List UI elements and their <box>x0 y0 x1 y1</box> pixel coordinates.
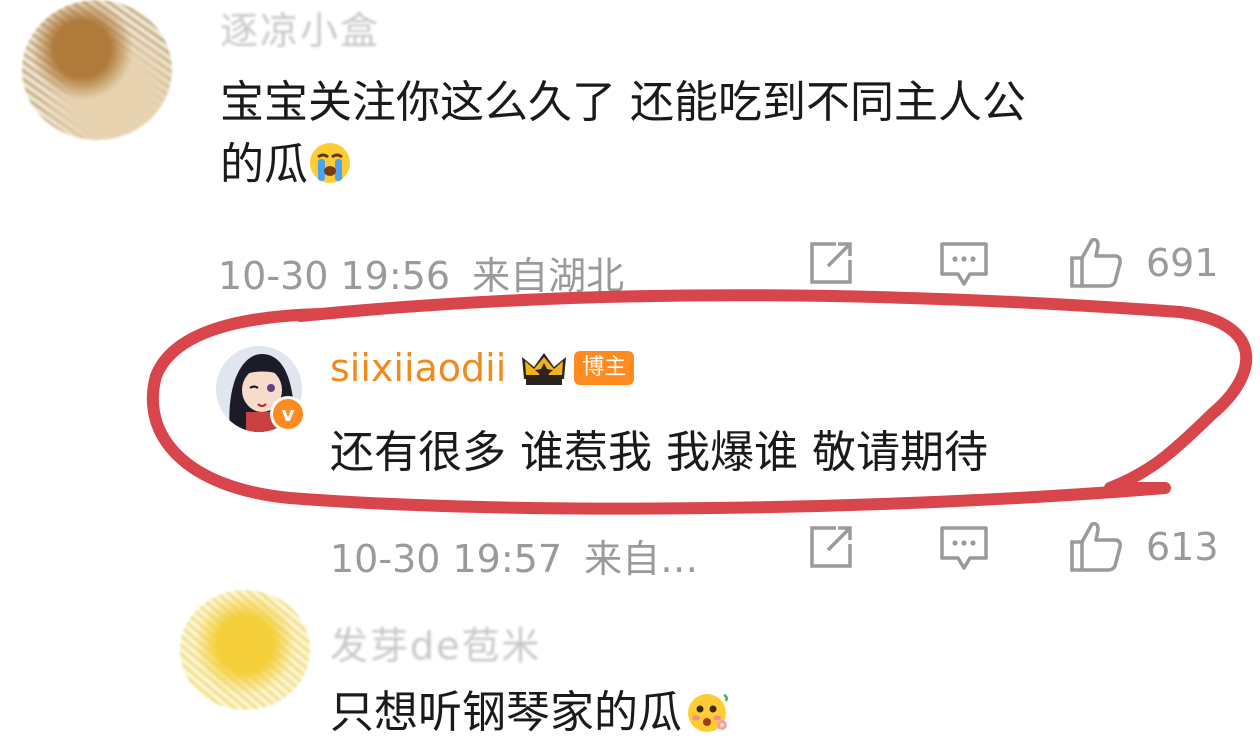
username[interactable]: siixiiaodii <box>330 346 506 390</box>
comment-header: siixiiaodii 博主 <box>330 346 635 390</box>
blogger-badge: 博主 <box>574 351 635 385</box>
timestamp: 10-30 19:57 <box>330 537 563 581</box>
verified-icon: v <box>270 396 306 432</box>
comment-text: 还有很多 谁惹我 我爆谁 敬请期待 <box>330 427 988 478</box>
comment-meta: 10-30 19:57 来自… <box>330 528 698 583</box>
username[interactable]: 发芽de苞米 <box>330 615 542 670</box>
crown-badge-icon <box>522 353 567 385</box>
avatar[interactable] <box>180 590 310 710</box>
blushing-flower-emoji <box>688 693 728 732</box>
comment-text: 只想听钢琴家的瓜 <box>330 682 730 744</box>
share-icon[interactable] <box>806 524 856 570</box>
like-count: 613 <box>1146 525 1219 569</box>
reply-icon[interactable] <box>938 524 990 572</box>
like-button[interactable]: 613 <box>1068 520 1219 574</box>
location: 来自… <box>584 537 699 581</box>
like-icon <box>1070 521 1122 572</box>
comment-text-line: 只想听钢琴家的瓜 <box>330 687 682 738</box>
